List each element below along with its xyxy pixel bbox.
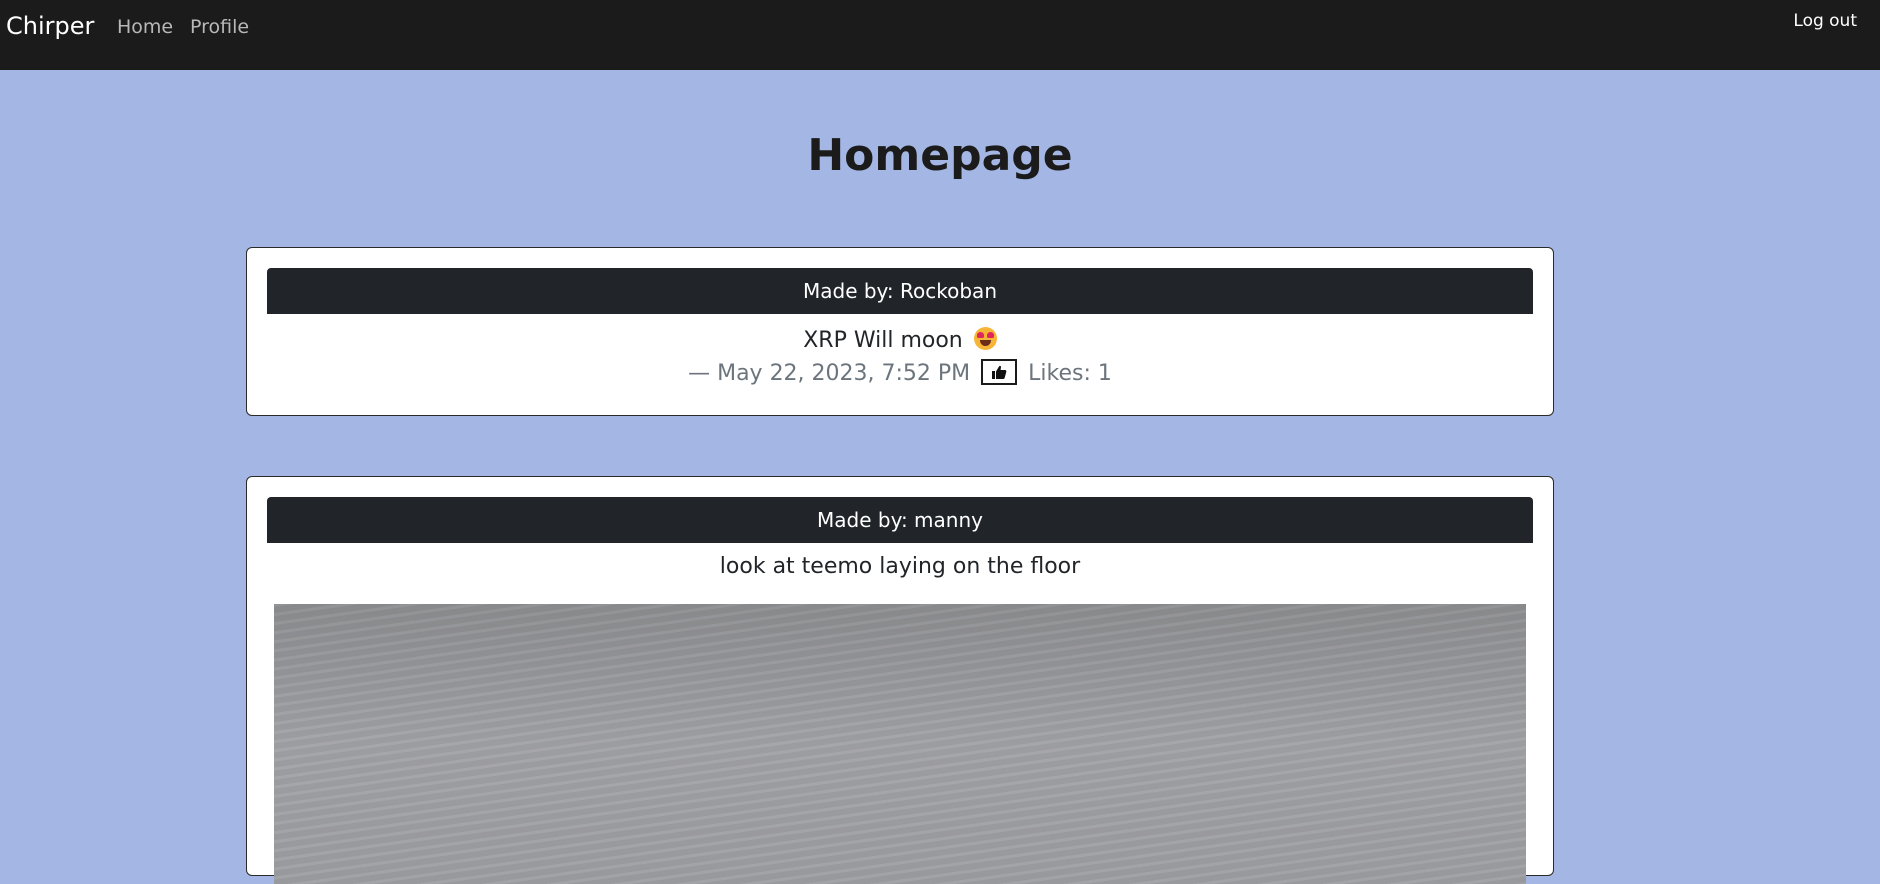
post-timestamp: — May 22, 2023, 7:52 PM (688, 361, 971, 386)
post-meta: — May 22, 2023, 7:52 PM Likes: 1 (247, 359, 1553, 386)
brand-logo[interactable]: Chirper (6, 12, 94, 40)
top-navbar: Chirper Home Profile Log out (0, 0, 1880, 70)
nav-link-home[interactable]: Home (117, 16, 173, 38)
nav-link-profile[interactable]: Profile (190, 16, 249, 38)
post-author-header: Made by: Rockoban (267, 268, 1533, 314)
post-card: Made by: manny look at teemo laying on t… (246, 476, 1554, 884)
post-text: XRP Will moon (803, 328, 963, 353)
likes-count: Likes: 1 (1028, 361, 1112, 386)
post-image (274, 604, 1526, 884)
post-card: Made by: Rockoban XRP Will moon — May 22… (246, 247, 1554, 416)
heart-eyes-emoji-icon (973, 327, 997, 350)
post-author-header: Made by: manny (267, 497, 1533, 543)
thumbs-up-icon (992, 365, 1007, 379)
post-text-row: XRP Will moon (247, 327, 1553, 353)
post-text: look at teemo laying on the floor (719, 554, 1081, 579)
page-title: Homepage (807, 130, 1073, 181)
logout-link[interactable]: Log out (1793, 11, 1857, 31)
like-button[interactable] (981, 359, 1018, 385)
